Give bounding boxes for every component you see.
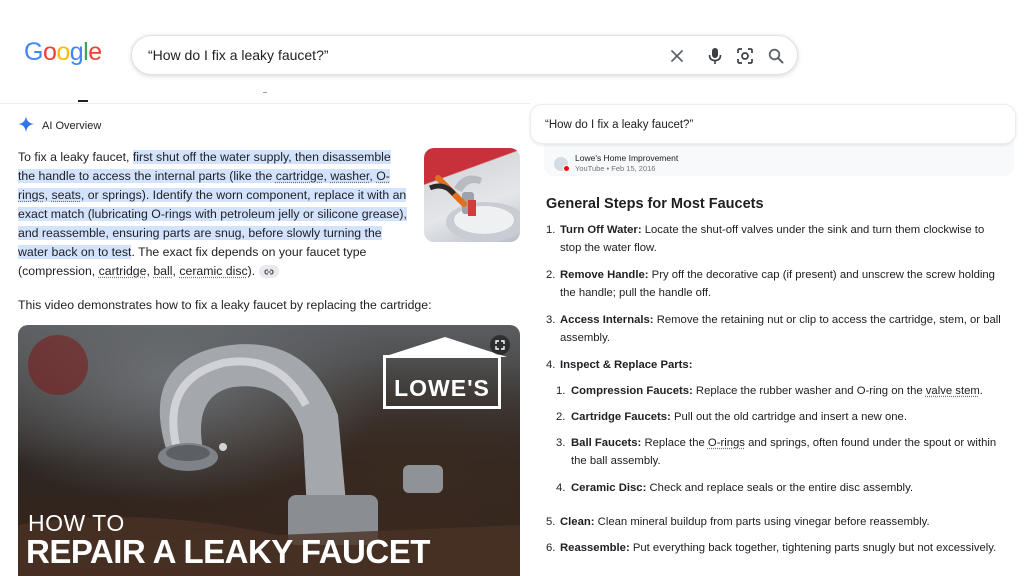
google-logo[interactable]: Google [24, 38, 102, 67]
source-name[interactable]: Lowe's Home Improvement [575, 153, 678, 163]
step-item: 1. Turn Off Water: Locate the shut-off v… [546, 221, 1008, 257]
search-input[interactable]: “How do I fix a leaky faucet?” [148, 47, 329, 63]
followup-query-text[interactable]: “How do I fix a leaky faucet?” [545, 119, 693, 131]
step-number: 5. [546, 516, 556, 528]
term-link[interactable]: valve stem [926, 385, 980, 397]
lens-icon[interactable] [735, 46, 755, 66]
step-title: Access Internals: [560, 314, 654, 326]
term-link[interactable]: ball [153, 264, 172, 278]
step-text: Clean mineral buildup from parts using v… [594, 516, 930, 528]
close-icon[interactable] [667, 46, 687, 66]
video-source-card[interactable]: Lowe's Home Improvement YouTube • Feb 15… [544, 142, 1014, 176]
youtube-icon [563, 165, 570, 172]
substep-text: Replace the rubber washer and O-ring on … [692, 385, 926, 397]
logo-letter: G [24, 38, 43, 66]
substep-number: 2. [556, 411, 566, 423]
substep-item: 2. Cartridge Faucets: Pull out the old c… [556, 408, 1008, 426]
term-link[interactable]: washer [330, 169, 369, 183]
video-player[interactable]: LOWE'S HOW TO REPAIR A LEAKY FAUCET [18, 325, 520, 576]
followup-query-box[interactable]: “How do I fix a leaky faucet?” [530, 104, 1016, 144]
step-title: Turn Off Water: [560, 224, 642, 236]
step-item: 4. Inspect & Replace Parts: [546, 356, 1008, 374]
step-number: 2. [546, 269, 556, 281]
highlighted-text: first shut off the water supply, then di… [18, 150, 407, 259]
source-meta: YouTube • Feb 15, 2016 [575, 164, 656, 173]
substep-title: Cartridge Faucets: [571, 411, 671, 423]
step-title: Inspect & Replace Parts: [560, 359, 693, 371]
term-link[interactable]: seats [52, 188, 81, 202]
text-span: , [44, 188, 52, 202]
lowes-logo-text: LOWE'S [394, 375, 490, 401]
substep-text: Check and replace seals or the entire di… [646, 482, 914, 494]
search-bar[interactable]: “How do I fix a leaky faucet?” [131, 35, 798, 75]
expand-icon[interactable] [490, 335, 510, 355]
substep-number: 1. [556, 385, 566, 397]
ai-overview-text: To fix a leaky faucet, first shut off th… [18, 148, 410, 281]
tab-mark [263, 92, 267, 93]
logo-letter: o [42, 38, 57, 66]
ai-overview-header: AI Overview [18, 116, 101, 135]
link-icon[interactable] [259, 265, 280, 279]
substep-title: Ceramic Disc: [571, 482, 647, 494]
substep-item: 1. Compression Faucets: Replace the rubb… [556, 382, 1008, 400]
faucet-thumbnail[interactable] [424, 148, 520, 242]
substep-item: 4. Ceramic Disc: Check and replace seals… [556, 479, 1008, 497]
step-title: Remove Handle: [560, 269, 649, 281]
answer-panel: Lowe's Home Improvement YouTube • Feb 15… [530, 104, 1024, 576]
step-item: 6. Reassemble: Put everything back toget… [546, 539, 1008, 557]
mic-icon[interactable] [705, 46, 725, 66]
step-item: 2. Remove Handle: Pry off the decorative… [546, 266, 1008, 302]
substep-item: 3. Ball Faucets: Replace the O-rings and… [556, 434, 1008, 470]
term-link[interactable]: cartridge [276, 169, 324, 183]
divider [0, 103, 530, 104]
step-item: 5. Clean: Clean mineral buildup from par… [546, 513, 1008, 531]
substep-text: Pull out the old cartridge and insert a … [670, 411, 907, 423]
logo-letter: g [69, 38, 84, 66]
search-icon[interactable] [766, 46, 786, 66]
step-title: Reassemble: [560, 542, 630, 554]
sparkle-icon [18, 116, 34, 135]
step-number: 3. [546, 314, 556, 326]
active-tab-indicator [78, 100, 88, 102]
term-link[interactable]: cartridge [99, 264, 147, 278]
substep-text: Replace the [641, 437, 708, 449]
text-span: To fix a leaky faucet, [18, 150, 133, 164]
step-item: 3. Access Internals: Remove the retainin… [546, 311, 1008, 347]
step-title: Clean: [560, 516, 595, 528]
logo-letter: e [88, 38, 102, 66]
step-number: 4. [546, 359, 556, 371]
ai-overview-label: AI Overview [42, 119, 102, 132]
substep-number: 3. [556, 437, 566, 449]
video-intro-text: This video demonstrates how to fix a lea… [18, 298, 432, 312]
lowes-logo-roof [383, 337, 507, 357]
logo-letter: o [56, 38, 70, 66]
step-text: Put everything back together, tightening… [629, 542, 997, 554]
term-link[interactable]: O-rings [708, 437, 745, 449]
lowes-logo: LOWE'S [383, 355, 501, 409]
step-number: 1. [546, 224, 556, 236]
video-title-line2: REPAIR A LEAKY FAUCET [26, 533, 430, 570]
substep-text: . [979, 385, 983, 397]
section-heading: General Steps for Most Faucets [546, 196, 764, 212]
substep-number: 4. [556, 482, 566, 494]
term-link[interactable]: ceramic disc [179, 264, 247, 278]
substep-title: Compression Faucets: [571, 385, 693, 397]
step-number: 6. [546, 542, 556, 554]
text-span: ). [247, 264, 256, 278]
substep-title: Ball Faucets: [571, 437, 642, 449]
